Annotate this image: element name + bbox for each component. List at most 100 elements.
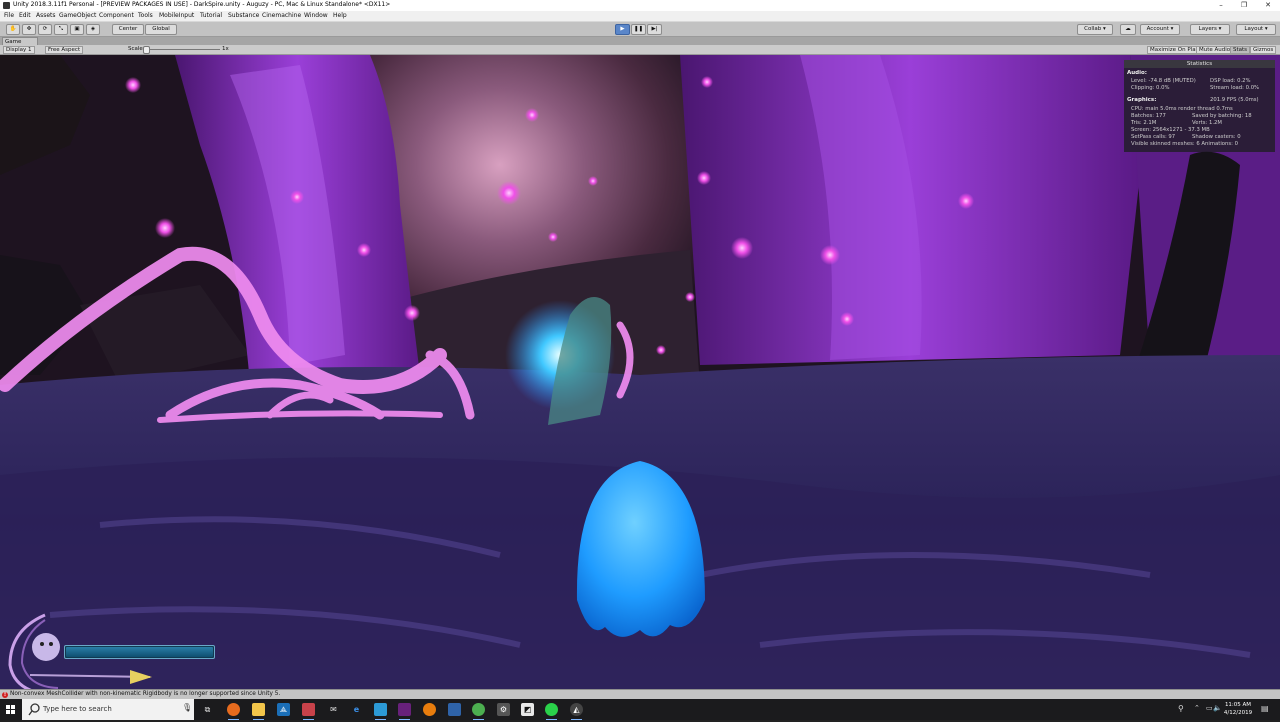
menu-help[interactable]: Help [333,12,347,19]
tab-game[interactable]: Game [2,37,38,45]
unity-hub-icon[interactable]: ◩ [521,703,534,716]
taskbar-search-box[interactable]: Type here to search 🎙 [22,699,194,720]
menu-cinemachine[interactable]: Cinemachine [262,12,301,19]
account-button[interactable]: Account ▾ [1140,24,1180,35]
statistics-title: Statistics [1124,60,1275,68]
health-bar-fill [66,647,213,657]
mail-icon[interactable]: ✉ [327,703,340,716]
layout-dropdown[interactable]: Layout ▾ [1236,24,1276,35]
people-icon[interactable]: ⚲ [1178,704,1184,713]
screen-size: Screen: 2564x1271 - 37.3 MB [1131,127,1210,133]
sourcetree-icon[interactable] [448,703,461,716]
mute-audio-toggle[interactable]: Mute Audio [1196,46,1234,54]
restore-button[interactable]: ❐ [1232,0,1256,11]
scale-label: Scale [128,46,143,52]
rotate-tool-button[interactable]: ⟳ [38,24,52,35]
skinned-meshes: Visible skinned meshes: 6 Animations: 0 [1131,141,1238,147]
start-button[interactable] [0,699,22,720]
aspect-dropdown[interactable]: Free Aspect [45,46,84,54]
game-scene [0,55,1280,689]
scale-value: 1x [222,46,229,52]
microphone-icon[interactable]: 🎙 [182,703,192,712]
unity-icon[interactable]: ◭ [570,703,583,720]
scale-tool-button[interactable]: ⤡ [54,24,68,35]
chrome-icon[interactable] [472,703,485,720]
taskbar-clock[interactable]: 11:05 AM 4/12/2019 [1221,701,1255,717]
rock-left-top [0,55,90,175]
rect-tool-button[interactable]: ▣ [70,24,84,35]
statistics-panel: Statistics Audio: Level: -74.8 dB (MUTED… [1124,60,1275,152]
dsp-load: DSP load: 0.2% [1210,78,1251,84]
action-center-icon[interactable]: ▤ [1261,704,1269,713]
game-viewport[interactable] [0,55,1280,689]
menu-tools[interactable]: Tools [138,12,153,19]
green-app-icon[interactable] [545,703,558,720]
menu-component[interactable]: Component [99,12,134,19]
menu-substance[interactable]: Substance [228,12,259,19]
shadow-casters: Shadow casters: 0 [1192,134,1241,140]
transform-tool-button[interactable]: ◈ [86,24,100,35]
unity-logo-icon [3,2,10,9]
menu-file[interactable]: File [4,12,14,19]
menu-bar: File Edit Assets GameObject Component To… [0,11,1280,22]
pivot-label: Center [118,26,138,32]
stats-toggle[interactable]: Stats [1230,46,1251,54]
layers-dropdown[interactable]: Layers ▾ [1190,24,1230,35]
network-icon[interactable]: ⟁ [277,703,290,716]
menu-window[interactable]: Window [304,12,328,19]
store-icon[interactable] [374,703,387,720]
display-dropdown[interactable]: Display 1 [3,46,35,54]
menu-edit[interactable]: Edit [19,12,31,19]
hand-tool-button[interactable]: ✋ [6,24,20,35]
network-tray-icon[interactable]: ▭ [1206,704,1213,712]
blender-icon[interactable] [423,703,436,716]
tris: Tris: 2.1M [1131,120,1157,126]
collab-button[interactable]: Collab ▾ [1077,24,1113,35]
audio-clipping: Clipping: 0.0% [1131,85,1170,91]
window-title: Unity 2018.3.11f1 Personal - [PREVIEW PA… [13,1,391,8]
move-tool-button[interactable]: ✥ [22,24,36,35]
audio-header: Audio: [1127,70,1147,76]
menu-tutorial[interactable]: Tutorial [200,12,222,19]
graphics-header: Graphics: [1127,97,1157,103]
pivot-toggle-button[interactable]: Center [112,24,144,35]
firefox-icon[interactable] [227,703,240,720]
settings-icon[interactable]: ⚙ [497,703,510,716]
menu-gameobject[interactable]: GameObject [59,12,96,19]
visual-studio-icon[interactable] [398,703,411,720]
gizmos-dropdown[interactable]: Gizmos [1250,46,1277,54]
tray-chevron-icon[interactable]: ⌃ [1194,704,1200,712]
step-button[interactable]: ▶| [647,24,662,35]
scale-slider-track[interactable] [146,49,220,50]
verts: Verts: 1.2M [1192,120,1222,126]
maximize-on-play-toggle[interactable]: Maximize On Play [1147,46,1202,54]
scale-slider-handle[interactable] [143,46,150,54]
clock-time: 11:05 AM [1224,702,1252,708]
space-label: Global [152,26,170,32]
stream-load: Stream load: 0.0% [1210,85,1260,91]
setpass-calls: SetPass calls: 97 [1131,134,1176,140]
saved-by-batching: Saved by batching: 18 [1192,113,1252,119]
play-button[interactable]: ▶ [615,24,630,35]
cpu-time: CPU: main 5.0ms render thread 0.7ms [1131,106,1233,112]
pause-button[interactable]: ❚❚ [631,24,646,35]
main-toolbar: ✋ ✥ ⟳ ⤡ ▣ ◈ Center Global ▶ ❚❚ ▶| Collab… [0,22,1280,37]
task-view-icon[interactable]: ⧉ [201,703,214,716]
cloud-icon[interactable]: ☁ [1120,24,1136,35]
game-view-toolbar: Display 1 Free Aspect Scale 1x Maximize … [0,45,1280,55]
window-title-bar: Unity 2018.3.11f1 Personal - [PREVIEW PA… [0,0,1280,11]
error-icon: ! [2,692,8,698]
audio-level: Level: -74.8 dB (MUTED) [1131,78,1196,84]
minimize-button[interactable]: – [1209,0,1233,11]
space-toggle-button[interactable]: Global [145,24,177,35]
windows-taskbar: Type here to search 🎙 ⧉ ⟁ ✉ e ⚙ ◩ ◭ ⚲ ⌃ … [0,699,1280,720]
close-button[interactable]: ✕ [1256,0,1280,11]
menu-assets[interactable]: Assets [36,12,56,19]
fps-readout: 201.9 FPS (5.0ms) [1210,97,1259,103]
search-placeholder: Type here to search [43,705,112,713]
file-explorer-icon[interactable] [252,703,265,720]
photos-icon[interactable] [302,703,315,720]
clock-date: 4/12/2019 [1223,710,1253,716]
edge-icon[interactable]: e [350,703,363,716]
menu-mobileinput[interactable]: MobileInput [159,12,194,19]
